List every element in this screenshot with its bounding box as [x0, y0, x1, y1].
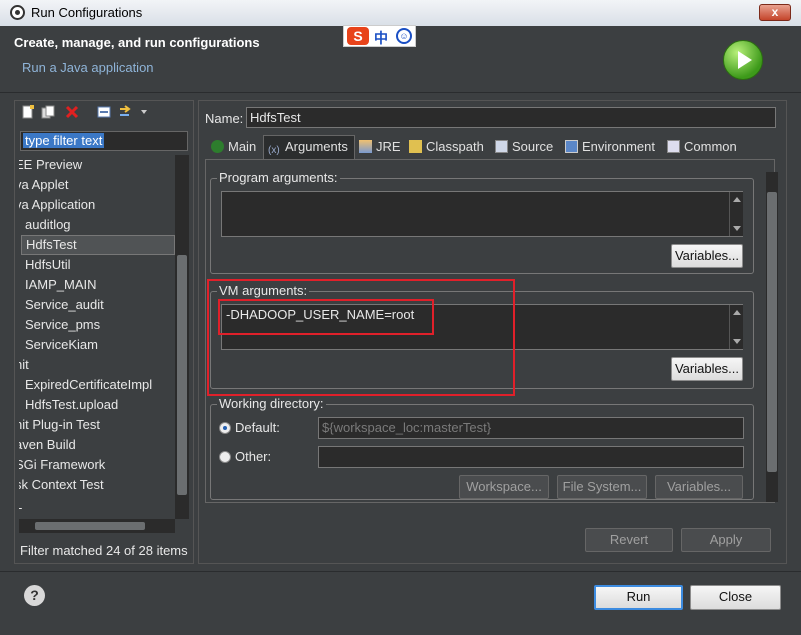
filter-placeholder: type filter text	[23, 133, 105, 148]
jre-icon	[359, 140, 372, 153]
tree-item[interactable]: Service_audit	[21, 295, 175, 315]
working-directory-group: Working directory: Default: ${workspace_…	[210, 396, 754, 500]
filter-icon[interactable]	[119, 105, 149, 119]
tree-item[interactable]: nit Plug-in Test	[19, 415, 175, 435]
tab-classpath[interactable]: Classpath	[409, 135, 489, 159]
tree-item[interactable]: va Application	[19, 195, 175, 215]
tab-content-scrollbar[interactable]	[766, 172, 778, 502]
workspace-button[interactable]: Workspace...	[459, 475, 549, 499]
filter-input[interactable]: type filter text	[20, 131, 188, 151]
window-close-button[interactable]: x	[759, 4, 791, 21]
file-system-button[interactable]: File System...	[557, 475, 647, 499]
tab-source[interactable]: Source	[495, 135, 557, 159]
name-label: Name:	[205, 111, 244, 126]
tab-jre[interactable]: JRE	[359, 135, 405, 159]
tree-item[interactable]: nit	[19, 355, 175, 375]
tree-scroll-thumb[interactable]	[177, 255, 187, 495]
config-tree[interactable]: EE Preview va Applet va Application auditlo…	[19, 155, 175, 519]
arguments-icon: (x)	[268, 145, 280, 156]
eclipse-app-icon	[10, 5, 25, 20]
program-arguments-input[interactable]	[221, 191, 743, 237]
classpath-icon	[409, 140, 422, 153]
collapse-all-icon[interactable]	[97, 105, 111, 119]
header-subtitle: Run a Java application	[22, 60, 154, 75]
tree-item[interactable]: HdfsUtil	[21, 255, 175, 275]
new-config-icon[interactable]	[21, 105, 35, 119]
header-title: Create, manage, and run configurations	[14, 35, 260, 50]
duplicate-icon[interactable]	[41, 105, 55, 119]
tab-environment[interactable]: Environment	[565, 135, 661, 159]
main-icon	[211, 140, 224, 153]
delete-icon[interactable]	[65, 105, 79, 119]
tree-item[interactable]: ServiceKiam	[21, 335, 175, 355]
tree-item[interactable]: sk Context Test	[19, 475, 175, 495]
filter-status-text: Filter matched 24 of 28 items	[20, 543, 188, 558]
tab-arguments[interactable]: (x) Arguments	[263, 135, 355, 159]
program-args-variables-button[interactable]: Variables...	[671, 244, 743, 268]
vm-value-highlight	[218, 299, 434, 335]
tree-item[interactable]: HdfsTest.upload	[21, 395, 175, 415]
close-button[interactable]: Close	[690, 585, 781, 610]
environment-icon	[565, 140, 578, 153]
vm-arguments-highlight	[207, 279, 515, 396]
tree-item[interactable]: ExpiredCertificateImpl	[21, 375, 175, 395]
vm-args-variables-button[interactable]: Variables...	[671, 357, 743, 381]
tree-hscroll-thumb[interactable]	[35, 522, 145, 530]
revert-button[interactable]: Revert	[585, 528, 673, 552]
working-directory-label: Working directory:	[217, 396, 326, 411]
tree-vertical-scrollbar[interactable]	[175, 155, 189, 519]
vm-args-scrollbar[interactable]	[729, 305, 743, 349]
common-icon	[667, 140, 680, 153]
run-banner-icon	[723, 40, 763, 80]
program-arguments-label: Program arguments:	[217, 170, 340, 185]
ime-toolbar[interactable]: S 中 ☺	[343, 25, 416, 47]
source-icon	[495, 140, 508, 153]
apply-button[interactable]: Apply	[681, 528, 771, 552]
tree-item[interactable]: auditlog	[21, 215, 175, 235]
name-field[interactable]: HdfsTest	[246, 107, 776, 128]
program-args-scrollbar[interactable]	[729, 192, 743, 236]
other-radio[interactable]	[219, 451, 231, 463]
working-dir-variables-button[interactable]: Variables...	[655, 475, 743, 499]
config-list-panel: type filter text EE Preview va Applet va A…	[14, 100, 194, 564]
default-radio[interactable]	[219, 422, 231, 434]
run-button[interactable]: Run	[594, 585, 683, 610]
default-directory-field: ${workspace_loc:masterTest}	[318, 417, 744, 439]
header-divider	[0, 92, 801, 93]
tree-item[interactable]: Service_pms	[21, 315, 175, 335]
other-directory-field[interactable]	[318, 446, 744, 468]
tab-main[interactable]: Main	[207, 135, 267, 159]
footer-divider	[0, 571, 801, 572]
ime-language-toggle[interactable]: 中	[374, 28, 388, 48]
program-arguments-group: Program arguments: Variables...	[210, 170, 754, 274]
tree-item[interactable]: L	[19, 495, 175, 515]
tree-item[interactable]: va Applet	[19, 175, 175, 195]
tree-item[interactable]: HdfsTest	[21, 235, 175, 255]
emoji-icon[interactable]: ☺	[396, 28, 412, 44]
default-label: Default:	[235, 420, 280, 435]
tree-horizontal-scrollbar[interactable]	[19, 519, 175, 533]
tab-content-scroll-thumb[interactable]	[767, 192, 777, 472]
sogou-logo-icon: S	[347, 27, 369, 45]
window-title: Run Configurations	[31, 5, 143, 20]
tab-common[interactable]: Common	[667, 135, 739, 159]
tree-item[interactable]: aven Build	[19, 435, 175, 455]
help-icon[interactable]: ?	[24, 585, 45, 606]
tree-item[interactable]: EE Preview	[19, 155, 175, 175]
tree-item[interactable]: SGi Framework	[19, 455, 175, 475]
tree-item[interactable]: IAMP_MAIN	[21, 275, 175, 295]
other-label: Other:	[235, 449, 272, 464]
